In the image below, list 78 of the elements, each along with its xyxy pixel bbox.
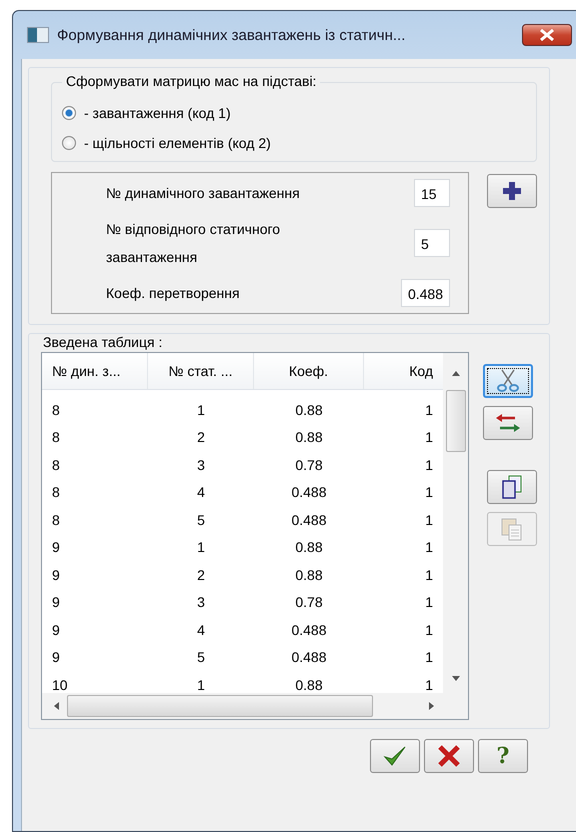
window-title: Формування динамічних завантажень із статичн... [57, 26, 406, 44]
table-cell-text: 8 [51, 512, 61, 528]
table-cell-text: 9 [51, 622, 61, 638]
table-cell-text: 8 [51, 456, 61, 473]
column-header[interactable]: Код [364, 353, 439, 389]
table-cell-text: 1 [424, 566, 434, 583]
table-cell-text: 0.78 [294, 456, 324, 473]
ok-button[interactable] [370, 739, 420, 773]
table-cell-text: 5 [196, 649, 206, 666]
table-cell-text: 10 [51, 676, 69, 693]
table-cell-text: 1 [196, 539, 206, 556]
input-field[interactable]: 15 [414, 179, 450, 207]
table-cell-text: 1 [196, 402, 206, 418]
table-cell-text: 1 [424, 622, 434, 638]
scissors-icon [495, 369, 521, 393]
table-cell-text: 9 [51, 649, 61, 666]
close-icon [538, 29, 556, 41]
group-title: Зведена таблиця : [43, 334, 164, 350]
table-cell-text: 1 [424, 512, 434, 528]
table-cell-text: 0.488 [290, 484, 328, 500]
table-cell-text: 9 [51, 539, 61, 556]
column-header[interactable]: № дин. з... [42, 353, 148, 389]
cancel-button[interactable] [424, 739, 474, 773]
input-field[interactable]: 0.488 [400, 279, 450, 307]
table-cell-text: 0.488 [290, 649, 328, 666]
table-cell-text: 0.88 [294, 539, 324, 556]
cut-button[interactable] [483, 364, 533, 398]
column-header[interactable]: № стат. ... [148, 353, 254, 389]
table-cell-text: 4 [196, 622, 206, 638]
table-cell-text: 2 [196, 566, 206, 583]
swap-button[interactable] [483, 406, 533, 440]
close-button[interactable] [522, 24, 572, 46]
add-button[interactable] [487, 174, 537, 208]
check-icon [383, 745, 407, 767]
field-label: Коеф. перетворення [106, 284, 241, 303]
vertical-scrollbar[interactable] [443, 353, 468, 693]
app-icon [27, 27, 49, 43]
horizontal-scrollbar[interactable] [42, 693, 468, 719]
table-cell-text: 0.488 [290, 622, 328, 638]
close-icon [437, 745, 461, 767]
table-cell-text: 1 [424, 429, 434, 446]
table-cell-text: 1 [424, 539, 434, 556]
plus-icon [501, 180, 523, 202]
table-cell-text: 1 [424, 676, 434, 693]
table-cell-text: 0.88 [294, 429, 324, 446]
table-cell-text: 1 [424, 402, 434, 418]
table-cell-text: 1 [424, 456, 434, 473]
table-cell-text: 0.88 [294, 402, 324, 418]
field-label: № динамічного завантаження [106, 184, 301, 203]
group-title: Сформувати матрицю мас на підставі: [62, 73, 320, 89]
table-cell-text: 0.88 [294, 676, 324, 693]
table-cell-text: 9 [51, 594, 61, 610]
table-cell-text: 1 [424, 594, 434, 610]
paste-icon [500, 517, 524, 541]
table-cell-text: 8 [51, 484, 61, 500]
input-field[interactable]: 5 [414, 229, 450, 257]
table-cell-text: 8 [51, 429, 61, 446]
table-cell-text: 0.88 [294, 566, 324, 583]
table-cell-text: 0.78 [294, 594, 324, 610]
arrows-icon [495, 413, 521, 433]
table-cell-text: 4 [196, 484, 206, 500]
table-cell-text: 0.488 [290, 512, 328, 528]
column-header[interactable]: Коеф. [254, 353, 364, 389]
table-cell-text: 9 [51, 566, 61, 583]
table-cell-text: 1 [424, 649, 434, 666]
table-cell-text: 1 [196, 676, 206, 693]
table-cell-text: 8 [51, 402, 61, 418]
table-cell-text: 5 [196, 512, 206, 528]
table-cell-text: 1 [424, 484, 434, 500]
copy-icon [500, 475, 524, 499]
radio-option[interactable]: - щільності елементів (код 2) [62, 135, 526, 151]
table-cell-text: 3 [196, 456, 206, 473]
table-cell-text: 2 [196, 429, 206, 446]
table-cell-text: 3 [196, 594, 206, 610]
copy-button[interactable] [487, 470, 537, 504]
field-label: № відповідного статичного завантаження [106, 220, 282, 267]
radio-option[interactable]: - завантаження (код 1) [62, 105, 526, 121]
help-button[interactable]: ? [478, 739, 528, 773]
